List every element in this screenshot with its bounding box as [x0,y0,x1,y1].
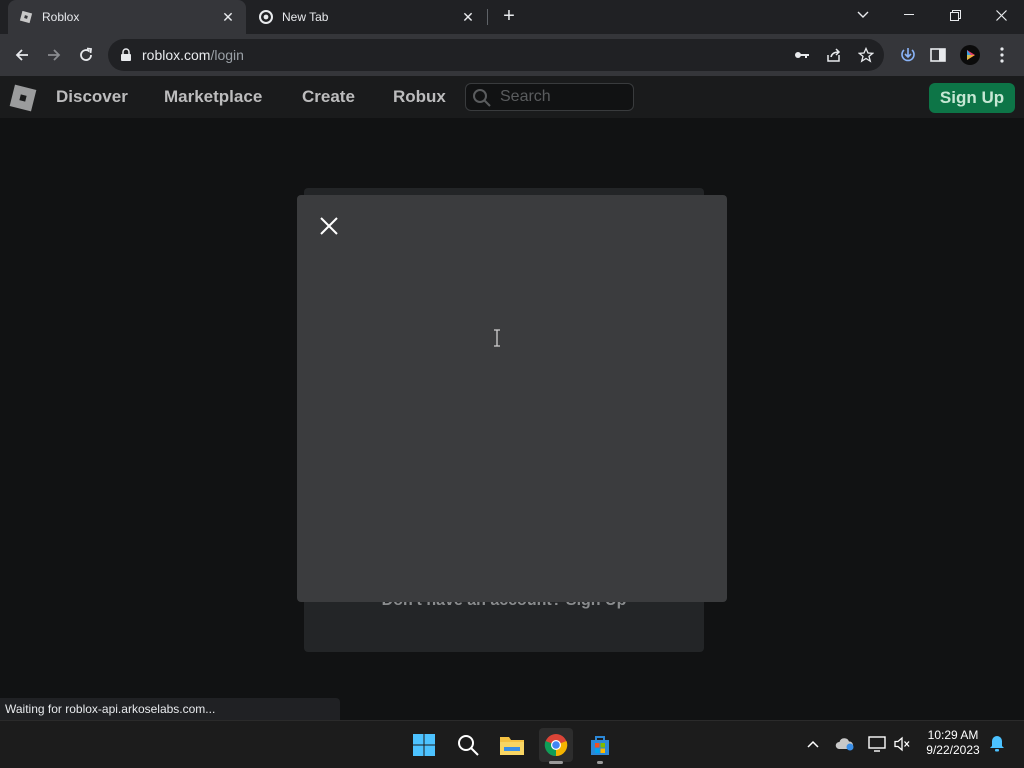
search-input[interactable]: Search [465,83,634,111]
search-icon[interactable] [451,728,485,762]
volume-muted-icon[interactable] [891,732,913,756]
share-icon[interactable] [822,43,846,67]
address-bar[interactable]: roblox.com/login [108,39,884,71]
minimize-button[interactable] [886,0,932,30]
key-icon[interactable] [790,43,814,67]
restore-button[interactable] [932,0,978,30]
notification-bell-icon[interactable] [986,732,1008,756]
side-panel-icon[interactable] [926,43,950,67]
active-app-indicator [549,761,563,764]
close-tab-icon[interactable]: ✕ [460,9,476,25]
forward-arrow-icon[interactable] [42,43,66,67]
text-cursor-icon [492,329,502,347]
new-tab-button[interactable]: + [498,5,520,29]
tab-separator [487,9,488,25]
taskbar-clock[interactable]: 10:29 AM 9/22/2023 [918,728,988,758]
microsoft-store-icon[interactable] [583,728,617,762]
profile-avatar[interactable] [958,43,982,67]
file-explorer-icon[interactable] [495,728,529,762]
roblox-logo[interactable] [8,83,38,113]
url-text: roblox.com/login [142,47,244,63]
nav-discover[interactable]: Discover [56,87,128,107]
nav-robux[interactable]: Robux [393,87,446,107]
verification-modal [297,195,727,602]
tab-new-tab[interactable]: New Tab ✕ [248,0,486,34]
reload-icon[interactable] [74,43,98,67]
tab-search-icon[interactable] [840,0,886,30]
running-app-indicator [597,761,603,764]
chrome-icon[interactable] [539,728,573,762]
tab-title: Roblox [42,10,80,24]
close-tab-icon[interactable]: ✕ [220,9,236,25]
download-icon[interactable] [896,43,920,67]
onedrive-icon[interactable] [834,732,856,756]
kebab-menu-icon[interactable] [990,43,1014,67]
close-icon[interactable] [317,214,341,238]
tab-roblox[interactable]: Roblox ✕ [8,0,246,34]
search-icon [472,88,492,113]
back-arrow-icon[interactable] [10,43,34,67]
nav-create[interactable]: Create [302,87,355,107]
clock-date: 9/22/2023 [926,743,980,757]
search-placeholder: Search [500,88,551,105]
chrome-icon [258,9,274,25]
url-path: /login [210,47,244,63]
clock-time: 10:29 AM [927,728,979,742]
status-bubble: Waiting for roblox-api.arkoselabs.com... [0,698,340,720]
roblox-icon [18,9,34,25]
sign-up-button[interactable]: Sign Up [929,83,1015,113]
bookmark-star-icon[interactable] [854,43,878,67]
tab-title: New Tab [282,10,329,24]
lock-icon[interactable] [120,48,132,67]
windows-start-icon[interactable] [407,728,441,762]
url-host: roblox.com [142,47,211,63]
chevron-up-icon[interactable] [802,732,824,756]
close-window-button[interactable] [978,0,1024,30]
network-icon[interactable] [866,732,888,756]
nav-marketplace[interactable]: Marketplace [164,87,262,107]
